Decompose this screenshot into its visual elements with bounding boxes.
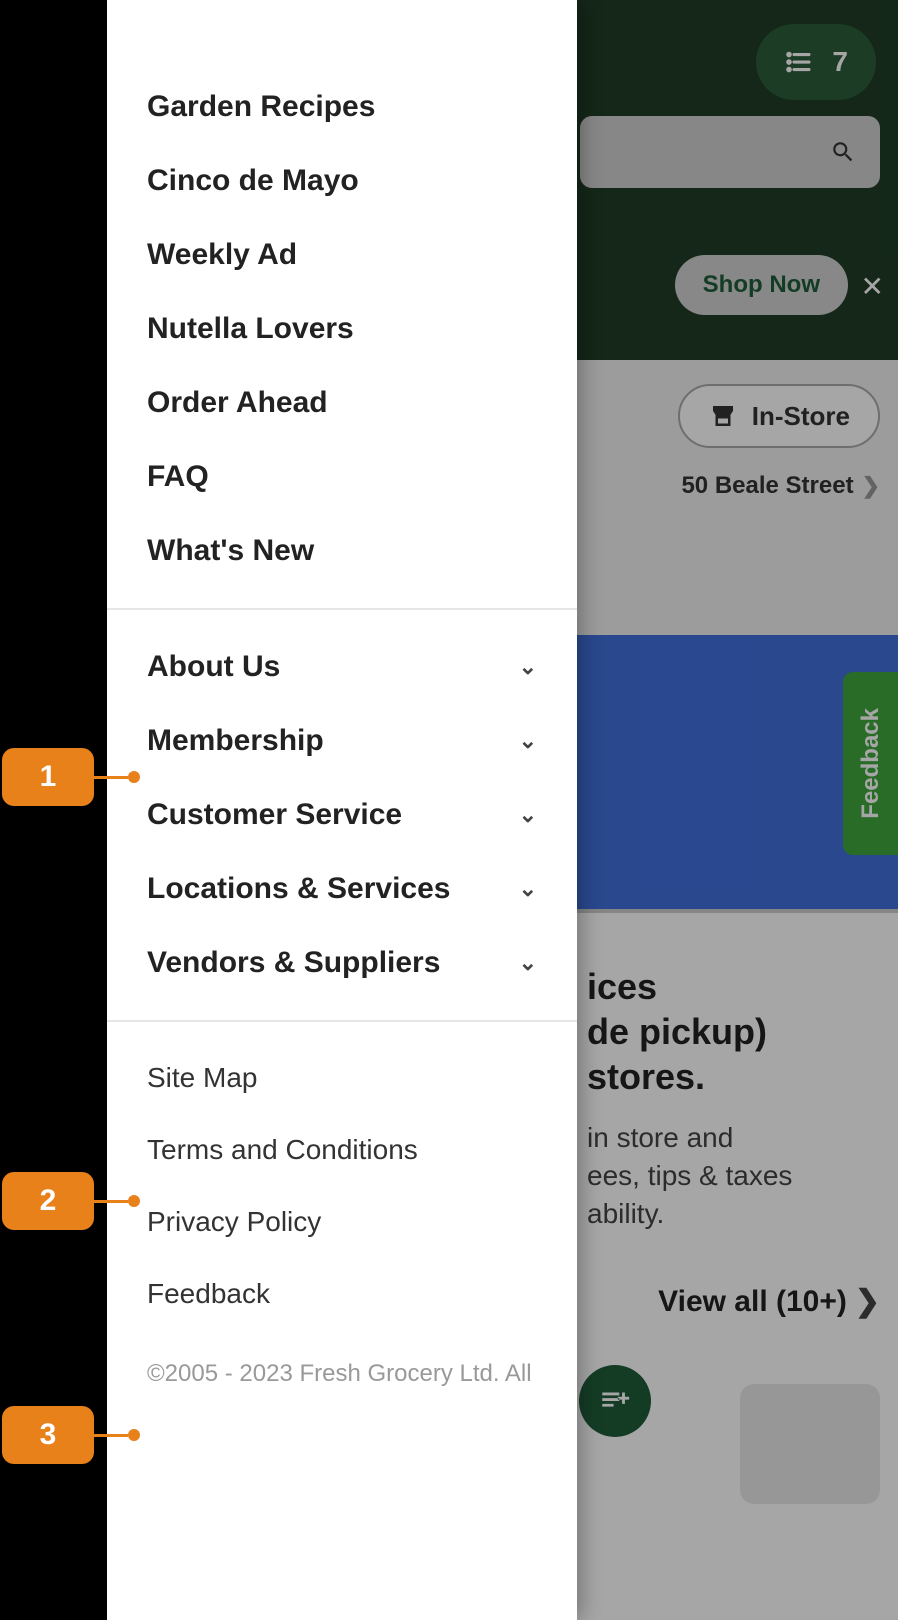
nav-privacy[interactable]: Privacy Policy — [107, 1186, 577, 1258]
copyright-text: ©2005 - 2023 Fresh Grocery Ltd. All — [107, 1330, 577, 1388]
nav-weekly-ad[interactable]: Weekly Ad — [107, 218, 577, 292]
nav-nutella-lovers[interactable]: Nutella Lovers — [107, 292, 577, 366]
drawer-section-footer: Site Map Terms and Conditions Privacy Po… — [107, 1022, 577, 1408]
nav-terms[interactable]: Terms and Conditions — [107, 1114, 577, 1186]
marker-number: 1 — [2, 748, 94, 806]
nav-customer-service[interactable]: Customer Service⌄ — [107, 778, 577, 852]
nav-garden-recipes[interactable]: Garden Recipes — [107, 70, 577, 144]
drawer-section-expandable: About Us⌄ Membership⌄ Customer Service⌄ … — [107, 610, 577, 1022]
annotation-marker-2: 2 — [2, 1172, 140, 1230]
nav-site-map[interactable]: Site Map — [107, 1042, 577, 1114]
annotation-marker-3: 3 — [2, 1406, 140, 1464]
navigation-drawer: Garden Recipes Cinco de Mayo Weekly Ad N… — [107, 0, 577, 1620]
nav-order-ahead[interactable]: Order Ahead — [107, 366, 577, 440]
chevron-down-icon: ⌄ — [519, 802, 537, 828]
drawer-backdrop[interactable] — [577, 0, 898, 1620]
nav-locations-services[interactable]: Locations & Services⌄ — [107, 852, 577, 926]
nav-vendors-suppliers[interactable]: Vendors & Suppliers⌄ — [107, 926, 577, 1000]
chevron-down-icon: ⌄ — [519, 876, 537, 902]
chevron-down-icon: ⌄ — [519, 728, 537, 754]
nav-whats-new[interactable]: What's New — [107, 514, 577, 588]
chevron-down-icon: ⌄ — [519, 654, 537, 680]
nav-faq[interactable]: FAQ — [107, 440, 577, 514]
nav-cinco-de-mayo[interactable]: Cinco de Mayo — [107, 144, 577, 218]
nav-feedback[interactable]: Feedback — [107, 1258, 577, 1330]
nav-about-us[interactable]: About Us⌄ — [107, 630, 577, 704]
marker-number: 2 — [2, 1172, 94, 1230]
nav-membership[interactable]: Membership⌄ — [107, 704, 577, 778]
drawer-section-links: Garden Recipes Cinco de Mayo Weekly Ad N… — [107, 0, 577, 610]
chevron-down-icon: ⌄ — [519, 950, 537, 976]
annotation-marker-1: 1 — [2, 748, 140, 806]
marker-number: 3 — [2, 1406, 94, 1464]
